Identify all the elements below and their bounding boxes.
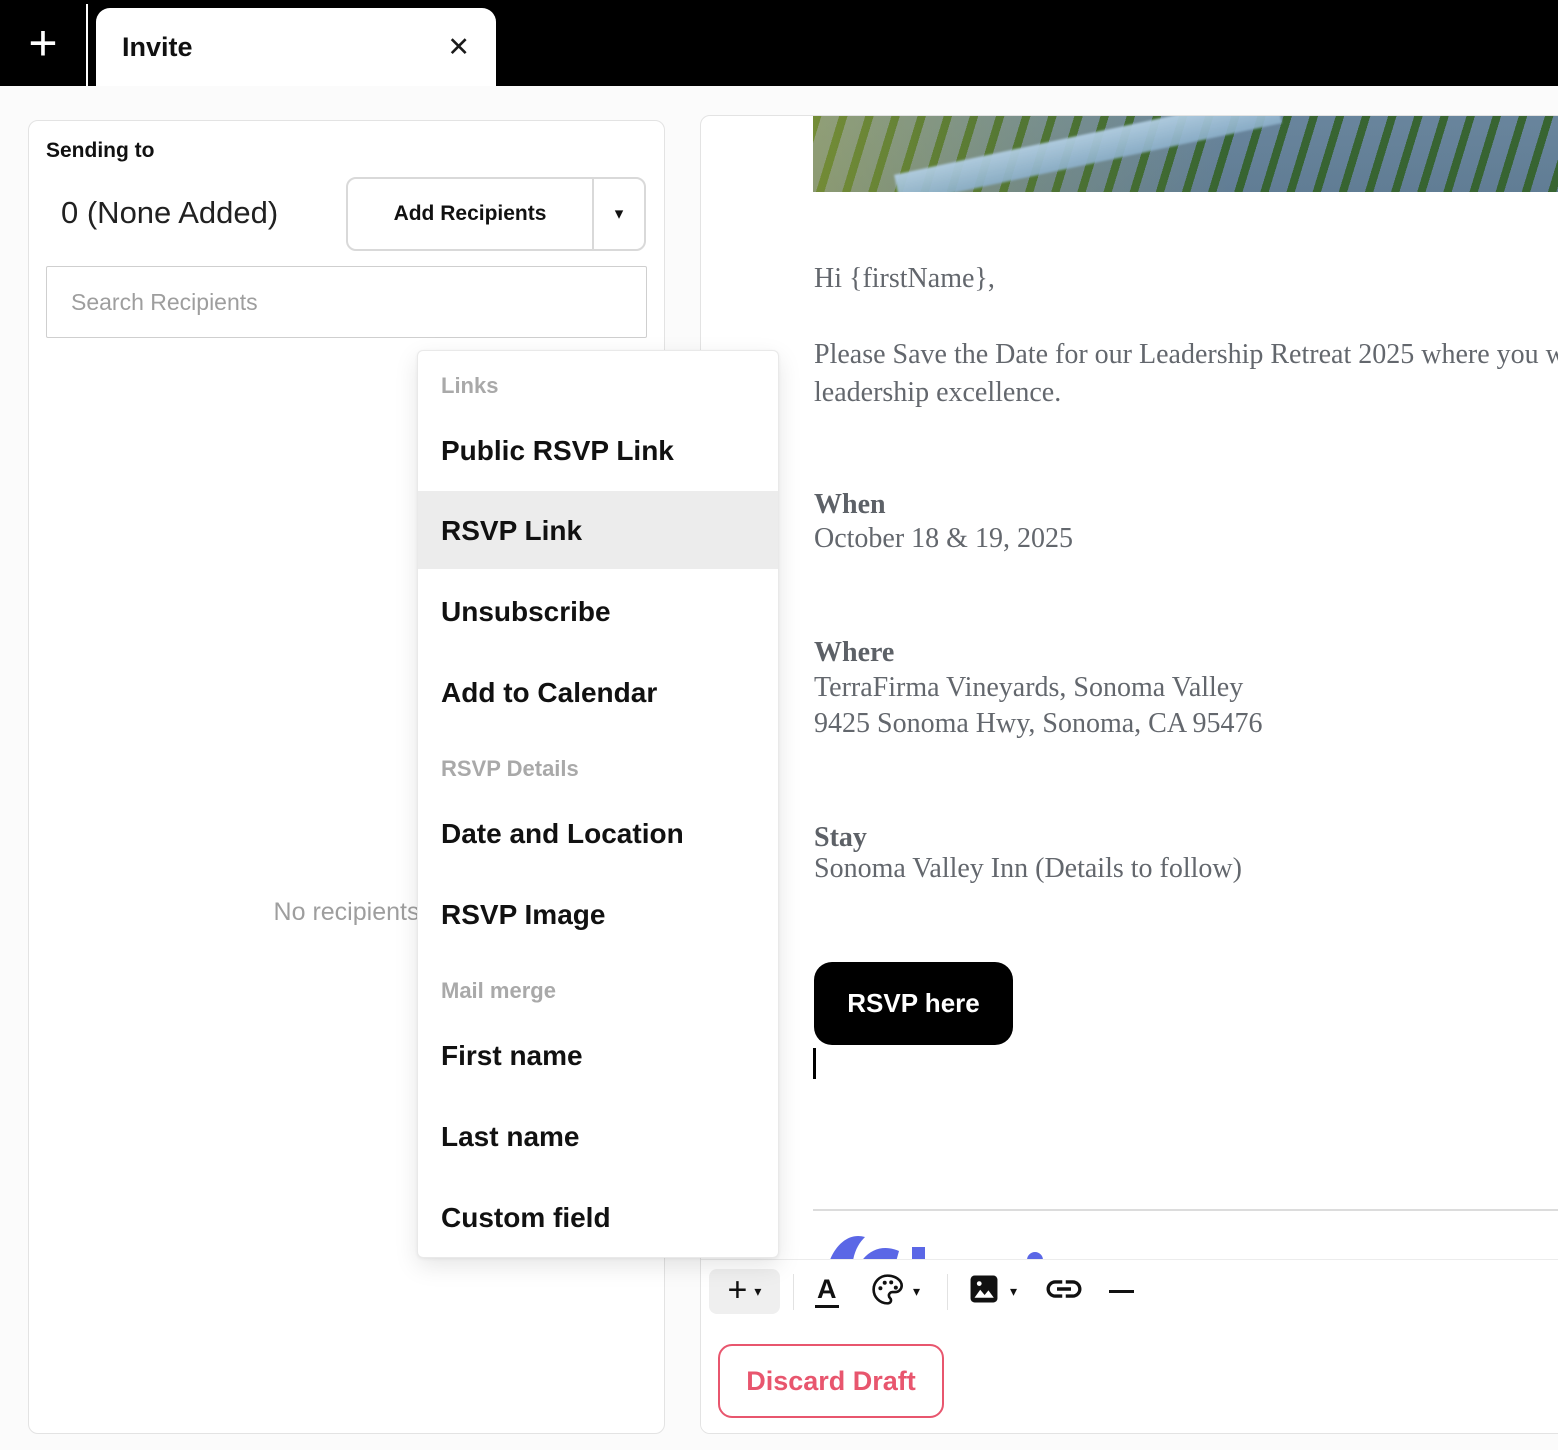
rsvp-here-button[interactable]: RSVP here bbox=[814, 962, 1013, 1045]
toolbar-divider bbox=[793, 1274, 794, 1310]
email-body-line2: leadership excellence. bbox=[814, 375, 1061, 411]
chevron-down-icon: ▾ bbox=[1010, 1283, 1017, 1300]
menu-item-custom-field[interactable]: Custom field bbox=[441, 1201, 611, 1235]
tab-bar: + Invite ✕ bbox=[0, 0, 1558, 86]
where-line2: 9425 Sonoma Hwy, Sonoma, CA 95476 bbox=[814, 706, 1263, 742]
text-cursor bbox=[813, 1048, 816, 1079]
email-editor[interactable]: Hi {firstName}, Please Save the Date for… bbox=[700, 115, 1558, 1434]
add-recipients-button[interactable]: Add Recipients ▾ bbox=[346, 177, 646, 251]
insert-dropdown-menu: Links Public RSVP Link RSVP Link Unsubsc… bbox=[417, 350, 779, 1258]
menu-item-unsubscribe[interactable]: Unsubscribe bbox=[441, 595, 611, 629]
add-recipients-caret-icon[interactable]: ▾ bbox=[592, 179, 644, 249]
close-tab-icon[interactable]: ✕ bbox=[447, 34, 470, 61]
where-label: Where bbox=[814, 637, 894, 668]
tab-invite[interactable]: Invite ✕ bbox=[96, 8, 496, 86]
insert-link-button[interactable] bbox=[1043, 1269, 1085, 1314]
menu-item-add-to-calendar[interactable]: Add to Calendar bbox=[441, 676, 657, 710]
search-recipients-input[interactable] bbox=[46, 266, 647, 338]
theme-palette-button[interactable]: ▾ bbox=[869, 1269, 920, 1314]
discard-draft-button[interactable]: Discard Draft bbox=[718, 1344, 944, 1418]
image-icon bbox=[965, 1270, 1003, 1313]
new-tab-button[interactable]: + bbox=[8, 0, 78, 86]
toolbar-divider bbox=[947, 1274, 948, 1310]
when-value: October 18 & 19, 2025 bbox=[814, 521, 1073, 557]
menu-item-date-and-location[interactable]: Date and Location bbox=[441, 817, 684, 851]
text-color-button[interactable]: A bbox=[815, 1269, 839, 1314]
tab-title: Invite bbox=[122, 32, 193, 63]
menu-header-rsvp-details: RSVP Details bbox=[441, 755, 579, 782]
plus-icon: + bbox=[728, 1273, 748, 1307]
main-area: Sending to 0 (None Added) Add Recipients… bbox=[0, 86, 1558, 1450]
text-color-icon: A bbox=[815, 1275, 839, 1307]
chevron-down-icon: ▾ bbox=[913, 1283, 920, 1300]
tab-bar-separator bbox=[86, 4, 88, 86]
palette-icon bbox=[869, 1271, 906, 1313]
menu-item-public-rsvp-link[interactable]: Public RSVP Link bbox=[441, 434, 674, 468]
insert-image-button[interactable]: ▾ bbox=[965, 1269, 1017, 1314]
insert-element-button[interactable]: + ▾ bbox=[709, 1269, 780, 1314]
horizontal-rule-button[interactable] bbox=[1109, 1290, 1134, 1293]
menu-item-rsvp-link[interactable]: RSVP Link bbox=[441, 514, 582, 548]
when-label: When bbox=[814, 489, 886, 520]
menu-item-first-name[interactable]: First name bbox=[441, 1039, 583, 1073]
stay-value: Sonoma Valley Inn (Details to follow) bbox=[814, 851, 1242, 887]
menu-item-last-name[interactable]: Last name bbox=[441, 1120, 580, 1154]
menu-header-links: Links bbox=[441, 372, 498, 399]
menu-item-rsvp-image[interactable]: RSVP Image bbox=[441, 898, 605, 932]
logo-fragment bbox=[823, 1229, 1053, 1259]
recipient-count: 0 (None Added) bbox=[61, 195, 278, 231]
add-recipients-label: Add Recipients bbox=[348, 179, 592, 249]
menu-header-mail-merge: Mail merge bbox=[441, 977, 556, 1004]
sending-to-label: Sending to bbox=[46, 139, 155, 163]
vineyard-road bbox=[894, 116, 1282, 192]
email-greeting: Hi {firstName}, bbox=[814, 261, 995, 297]
stay-label: Stay bbox=[814, 822, 867, 853]
link-icon bbox=[1043, 1268, 1085, 1315]
editor-toolbar: + ▾ A ▾ bbox=[701, 1259, 1558, 1434]
email-footer-divider bbox=[813, 1209, 1558, 1211]
vineyard-header-image bbox=[813, 116, 1558, 192]
email-body-line1: Please Save the Date for our Leadership … bbox=[814, 337, 1558, 373]
chevron-down-icon: ▾ bbox=[754, 1283, 761, 1300]
where-line1: TerraFirma Vineyards, Sonoma Valley bbox=[814, 670, 1243, 706]
